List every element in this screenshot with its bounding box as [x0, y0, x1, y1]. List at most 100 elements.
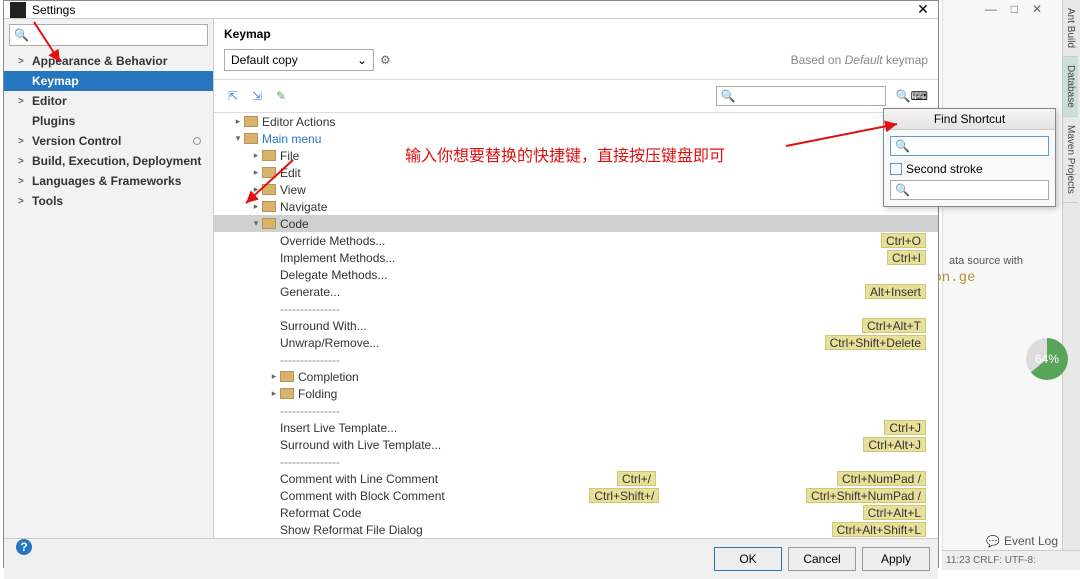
action-item[interactable]: ---------------: [214, 300, 938, 317]
cancel-button[interactable]: Cancel: [788, 547, 856, 571]
keymap-scheme-select[interactable]: Default copy ⌄: [224, 49, 374, 71]
action-label: ---------------: [280, 404, 340, 418]
action-item[interactable]: Surround With...Ctrl+Alt+T: [214, 317, 938, 334]
action-label: Editor Actions: [262, 115, 335, 129]
action-item[interactable]: Override Methods...Ctrl+O: [214, 232, 938, 249]
action-item[interactable]: Implement Methods...Ctrl+I: [214, 249, 938, 266]
sidebar-item-label: Appearance & Behavior: [32, 54, 167, 68]
status-bar: 11:23 CRLF: UTF-8:: [942, 550, 1080, 570]
search-icon: 🔍: [895, 183, 910, 197]
action-item[interactable]: Comment with Line Comment Ctrl+/ Ctrl+NumP…: [214, 470, 938, 487]
action-folder[interactable]: ▸File: [214, 147, 938, 164]
action-item[interactable]: Unwrap/Remove... Ctrl+Shift+Delete: [214, 334, 938, 351]
action-label: ---------------: [280, 353, 340, 367]
sidebar-item-languages-frameworks[interactable]: >Languages & Frameworks: [4, 171, 213, 191]
action-label: ---------------: [280, 455, 340, 469]
action-item[interactable]: Reformat Code Ctrl+Alt+L: [214, 504, 938, 521]
shortcut-badge: Ctrl+O: [881, 233, 926, 248]
close-window-icon[interactable]: ✕: [1032, 2, 1042, 16]
second-stroke-row[interactable]: Second stroke: [890, 162, 1049, 176]
action-item[interactable]: Insert Live Template...Ctrl+J: [214, 419, 938, 436]
tab-maven-projects[interactable]: Maven Projects: [1063, 117, 1078, 203]
shortcut-badge: Ctrl+Alt+L: [863, 505, 926, 520]
action-item[interactable]: ---------------: [214, 402, 938, 419]
action-label: Delegate Methods...: [280, 268, 387, 282]
chevron-icon: >: [18, 56, 28, 67]
chevron-icon: >: [18, 196, 28, 207]
based-on-text: Based on Default keymap: [791, 53, 928, 67]
folder-icon: [280, 371, 294, 382]
action-item[interactable]: ---------------: [214, 351, 938, 368]
chevron-icon: ▸: [250, 201, 262, 212]
titlebar: Settings ✕: [4, 1, 938, 19]
action-label: Surround With...: [280, 319, 367, 333]
action-label: Comment with Line Comment: [280, 472, 438, 486]
action-item[interactable]: Delegate Methods...: [214, 266, 938, 283]
sidebar-search-input[interactable]: [29, 28, 203, 42]
scheme-row: Default copy ⌄ ⚙ Based on Default keymap: [214, 45, 938, 80]
chevron-icon: ▸: [268, 371, 280, 382]
maximize-icon[interactable]: □: [1011, 2, 1018, 16]
sidebar-item-version-control[interactable]: >Version Control: [4, 131, 213, 151]
gear-icon[interactable]: ⚙: [380, 53, 391, 67]
event-log-link[interactable]: 💬 Event Log: [986, 534, 1058, 548]
action-label: Reformat Code: [280, 506, 361, 520]
sidebar-item-tools[interactable]: >Tools: [4, 191, 213, 211]
action-folder[interactable]: ▾Code: [214, 215, 938, 232]
action-label: ---------------: [280, 302, 340, 316]
action-item[interactable]: Show Reformat File DialogCtrl+Alt+Shift+…: [214, 521, 938, 538]
action-item[interactable]: Comment with Block CommentCtrl+Shift+/Ct…: [214, 487, 938, 504]
second-stroke-checkbox[interactable]: [890, 163, 902, 175]
settings-main: Keymap Default copy ⌄ ⚙ Based on Default…: [214, 19, 938, 538]
sidebar-item-label: Plugins: [32, 114, 75, 128]
window-controls: — □ ✕: [985, 2, 1042, 16]
tab-ant-build[interactable]: Ant Build: [1063, 0, 1078, 57]
action-label: Edit: [280, 166, 301, 180]
ok-button[interactable]: OK: [714, 547, 782, 571]
action-search-input[interactable]: [736, 90, 881, 102]
expand-all-icon[interactable]: ⇱: [224, 87, 242, 105]
shortcut-badge: Ctrl+/: [617, 471, 656, 486]
sidebar-search[interactable]: 🔍: [9, 24, 208, 46]
shortcut-badge: Ctrl+Shift+NumPad /: [806, 488, 926, 503]
sidebar-item-plugins[interactable]: Plugins: [4, 111, 213, 131]
tab-database[interactable]: Database: [1063, 57, 1078, 117]
folder-icon: [262, 184, 276, 195]
close-icon[interactable]: ✕: [914, 1, 932, 18]
action-folder[interactable]: ▸ Folding: [214, 385, 938, 402]
find-shortcut-icon[interactable]: 🔍⌨: [896, 89, 928, 103]
action-item[interactable]: ---------------: [214, 453, 938, 470]
action-item[interactable]: Generate...Alt+Insert: [214, 283, 938, 300]
shortcut-badge: Ctrl+NumPad /: [837, 471, 926, 486]
collapse-all-icon[interactable]: ⇲: [248, 87, 266, 105]
second-stroke-input[interactable]: 🔍: [890, 180, 1049, 200]
action-label: Unwrap/Remove...: [280, 336, 379, 350]
action-item[interactable]: Surround with Live Template...Ctrl+Alt+J: [214, 436, 938, 453]
action-folder[interactable]: ▸Navigate: [214, 198, 938, 215]
apply-button[interactable]: Apply: [862, 547, 930, 571]
chevron-icon: ▸: [250, 184, 262, 195]
sidebar-item-keymap[interactable]: Keymap: [4, 71, 213, 91]
action-folder[interactable]: ▸Completion: [214, 368, 938, 385]
first-stroke-input[interactable]: 🔍: [890, 136, 1049, 156]
chevron-icon: ▸: [250, 167, 262, 178]
minimize-icon[interactable]: —: [985, 2, 997, 16]
action-label: Folding: [298, 387, 337, 401]
action-folder[interactable]: ▾Main menu: [214, 130, 938, 147]
action-folder[interactable]: ▸ Edit: [214, 164, 938, 181]
sidebar-item-build-execution-deployment[interactable]: >Build, Execution, Deployment: [4, 151, 213, 171]
action-search[interactable]: 🔍: [716, 86, 886, 106]
shortcut-badge: Ctrl+Shift+Delete: [825, 335, 926, 350]
chevron-icon: ▸: [268, 388, 280, 399]
dialog-title: Settings: [32, 3, 914, 17]
action-folder[interactable]: ▸View: [214, 181, 938, 198]
action-folder[interactable]: ▸Editor Actions: [214, 113, 938, 130]
folder-icon: [244, 116, 258, 127]
action-label: Code: [280, 217, 309, 231]
sidebar-item-appearance-behavior[interactable]: > Appearance & Behavior: [4, 51, 213, 71]
sidebar-item-editor[interactable]: >Editor: [4, 91, 213, 111]
help-icon[interactable]: ?: [16, 539, 32, 555]
app-icon: [10, 2, 26, 18]
edit-icon[interactable]: ✎: [272, 87, 290, 105]
shortcut-badge: Ctrl+Alt+J: [863, 437, 926, 452]
